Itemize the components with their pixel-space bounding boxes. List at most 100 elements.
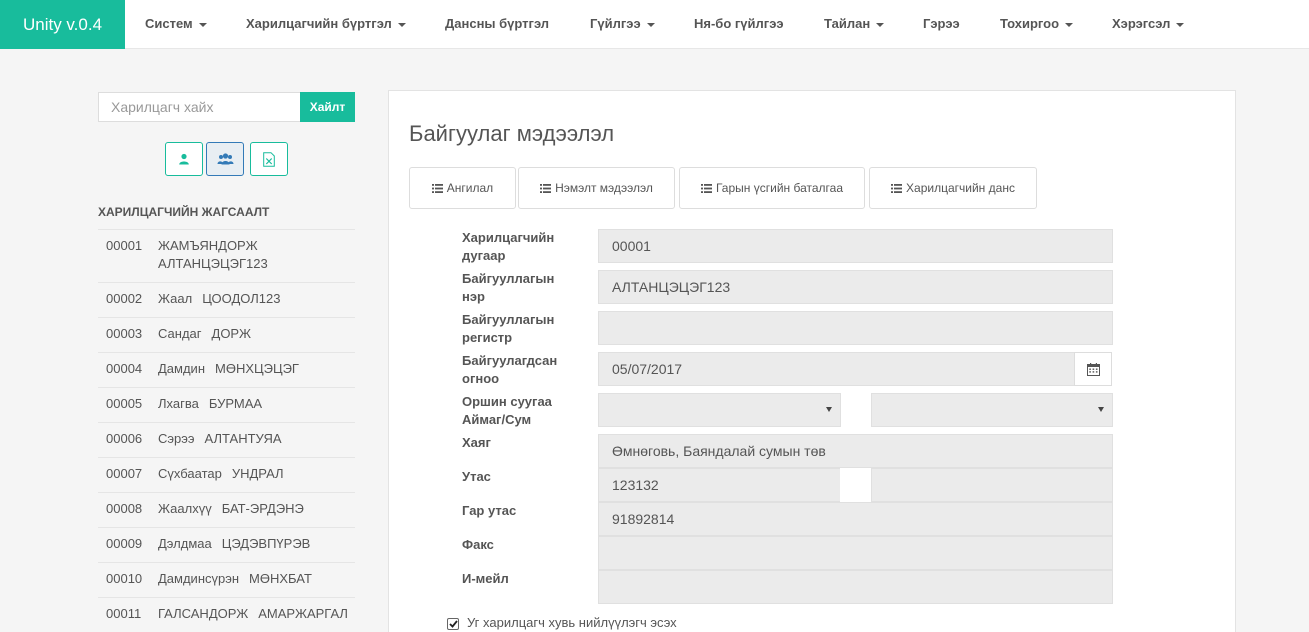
customer-first-name: Жаал xyxy=(158,291,193,306)
checkmark-icon xyxy=(448,620,458,628)
customer-search-input[interactable] xyxy=(98,92,301,122)
customer-last-name: ЦЭДЭВПҮРЭВ xyxy=(221,536,311,551)
nav-label: Тохиргоо xyxy=(1000,16,1060,31)
customer-first-name: Дамдинсүрэн xyxy=(158,571,240,586)
list-divider xyxy=(98,492,355,493)
nav-label: Хэрэгсэл xyxy=(1112,16,1171,31)
add-person-button[interactable] xyxy=(165,142,203,176)
nav-contracts[interactable]: Гэрээ xyxy=(923,0,960,49)
individual-checkbox[interactable] xyxy=(447,618,459,630)
customer-last-name: АМАРЖАРГАЛ xyxy=(258,606,348,621)
customer-first-name: ЖАМЪЯНДОРЖ xyxy=(158,238,258,253)
founded-date-field[interactable]: 05/07/2017 xyxy=(598,352,1075,386)
customer-first-name: ГАЛСАНДОРЖ xyxy=(158,606,249,621)
customer-number: 00006 xyxy=(106,431,143,446)
nav-reports[interactable]: Тайлан xyxy=(824,0,885,49)
org-register-field[interactable] xyxy=(598,311,1113,345)
phone2-field[interactable] xyxy=(871,468,1113,502)
customer-name: ЖАМЪЯНДОРЖ АЛТАНЦЭЦЭГ123 xyxy=(158,237,353,273)
mobile-field[interactable]: 91892814 xyxy=(598,502,1113,536)
customer-name: Сүхбаатар УНДРАЛ xyxy=(158,465,353,483)
customer-first-name: Сандаг xyxy=(158,326,202,341)
customer-list-item[interactable]: 00001 ЖАМЪЯНДОРЖ АЛТАНЦЭЦЭГ123 xyxy=(106,237,355,283)
customer-list-item[interactable]: 00009 Дэлдмаа ЦЭДЭВПҮРЭВ xyxy=(106,535,355,565)
customer-last-name: УНДРАЛ xyxy=(231,466,284,481)
customer-number: 00003 xyxy=(106,326,143,341)
customer-list-item[interactable]: 00004 Дамдин МӨНХЦЭЦЭГ xyxy=(106,360,355,390)
customer-number-field[interactable]: 00001 xyxy=(598,229,1113,263)
customer-name: Дамдинсүрэн МӨНХБАТ xyxy=(158,570,353,588)
tab-label: Ангилал xyxy=(446,181,494,195)
customer-name: Лхагва БУРМАА xyxy=(158,395,353,413)
customer-first-name: Лхагва xyxy=(158,396,199,411)
nav-label: Гүйлгээ xyxy=(590,16,641,31)
org-register-label: Байгууллагын регистр xyxy=(462,312,555,345)
customer-list-item[interactable]: 00010 Дамдинсүрэн МӨНХБАТ xyxy=(106,570,355,600)
founded-date-label: Байгуулагдсан огноо xyxy=(462,353,558,386)
person-icon xyxy=(179,153,189,165)
tab-customer-account[interactable]: Харилцагчийн данс xyxy=(869,167,1037,209)
sum-select[interactable] xyxy=(871,393,1113,427)
list-icon xyxy=(540,183,552,193)
customer-list-item[interactable]: 00007 Сүхбаатар УНДРАЛ xyxy=(106,465,355,495)
nav-customer-registration[interactable]: Харилцагчийн бүртгэл xyxy=(246,0,406,49)
customer-number: 00004 xyxy=(106,361,143,376)
customer-name: Дамдин МӨНХЦЭЦЭГ xyxy=(158,360,353,378)
customer-list-item[interactable]: 00008 Жаалхүү БАТ-ЭРДЭНЭ xyxy=(106,500,355,530)
list-divider xyxy=(98,457,355,458)
brand-logo[interactable]: Unity v.0.4 xyxy=(0,0,125,49)
list-divider xyxy=(98,352,355,353)
add-group-button[interactable] xyxy=(206,142,244,176)
calendar-button[interactable] xyxy=(1074,352,1112,386)
customer-list-item[interactable]: 00005 Лхагва БУРМАА xyxy=(106,395,355,425)
list-divider xyxy=(98,422,355,423)
customer-number: 00002 xyxy=(106,291,143,306)
customer-list-title: ХАРИЛЦАГЧИЙН ЖАГСААЛТ xyxy=(98,205,270,219)
customer-number: 00007 xyxy=(106,466,143,481)
phone-field[interactable]: 123132 xyxy=(598,468,841,502)
phone-label: Утас xyxy=(462,469,491,484)
individual-checkbox-label: Уг харилцагч хувь нийлүүлэгч эсэх xyxy=(467,615,677,630)
customer-first-name: Сүхбаатар xyxy=(158,466,222,481)
customer-list-item[interactable]: 00002 Жаал ЦООДОЛ123 xyxy=(106,290,355,320)
customer-list-item[interactable]: 00003 Сандаг ДОРЖ xyxy=(106,325,355,355)
export-excel-button[interactable] xyxy=(250,142,288,176)
nav-sistem[interactable]: Систем xyxy=(145,0,207,49)
nav-label: Тайлан xyxy=(824,16,871,31)
org-name-field[interactable]: АЛТАНЦЭЦЭГ123 xyxy=(598,270,1113,304)
nav-account-registration[interactable]: Дансны бүртгэл xyxy=(445,0,549,49)
customer-number: 00011 xyxy=(106,606,142,621)
fax-field[interactable] xyxy=(598,536,1113,570)
tab-additional-info[interactable]: Нэмэлт мэдээлэл xyxy=(518,167,675,209)
nav-label: Харилцагчийн бүртгэл xyxy=(246,16,392,31)
customer-number: 00009 xyxy=(106,536,143,551)
address-label: Хаяг xyxy=(462,435,491,450)
customer-name: Жаал ЦООДОЛ123 xyxy=(158,290,353,308)
tab-signature-verification[interactable]: Гарын үсгийн баталгаа xyxy=(679,167,865,209)
email-label: И-мейл xyxy=(462,571,509,586)
customer-list-item[interactable]: 00006 Сэрээ АЛТАНТУЯА xyxy=(106,430,355,460)
nav-tools[interactable]: Хэрэгсэл xyxy=(1112,0,1185,49)
nav-settings[interactable]: Тохиргоо xyxy=(1000,0,1074,49)
list-divider xyxy=(98,562,355,563)
customer-number: 00005 xyxy=(106,396,143,411)
caret-down-icon xyxy=(397,22,406,27)
dropdown-arrow-icon xyxy=(1098,407,1104,412)
nav-accounting-transactions[interactable]: Ня-бо гүйлгээ xyxy=(694,0,784,49)
list-divider xyxy=(98,387,355,388)
customer-last-name: ДОРЖ xyxy=(211,326,251,341)
customer-list-item[interactable]: 00011 ГАЛСАНДОРЖ АМАРЖАРГАЛ xyxy=(106,605,355,632)
list-divider xyxy=(98,597,355,598)
caret-down-icon xyxy=(876,22,885,27)
list-divider xyxy=(98,527,355,528)
nav-transactions[interactable]: Гүйлгээ xyxy=(590,0,655,49)
customer-last-name: МӨНХБАТ xyxy=(249,571,312,586)
address-field[interactable]: Өмнөговь, Баяндалай сумын төв xyxy=(598,434,1113,468)
list-divider xyxy=(98,282,355,283)
search-button[interactable]: Хайлт xyxy=(300,92,355,122)
email-field[interactable] xyxy=(598,570,1113,604)
aimag-select[interactable] xyxy=(598,393,841,427)
tab-category[interactable]: Ангилал xyxy=(409,167,516,209)
customer-last-name: МӨНХЦЭЦЭГ xyxy=(215,361,299,376)
fax-label: Факс xyxy=(462,537,494,552)
